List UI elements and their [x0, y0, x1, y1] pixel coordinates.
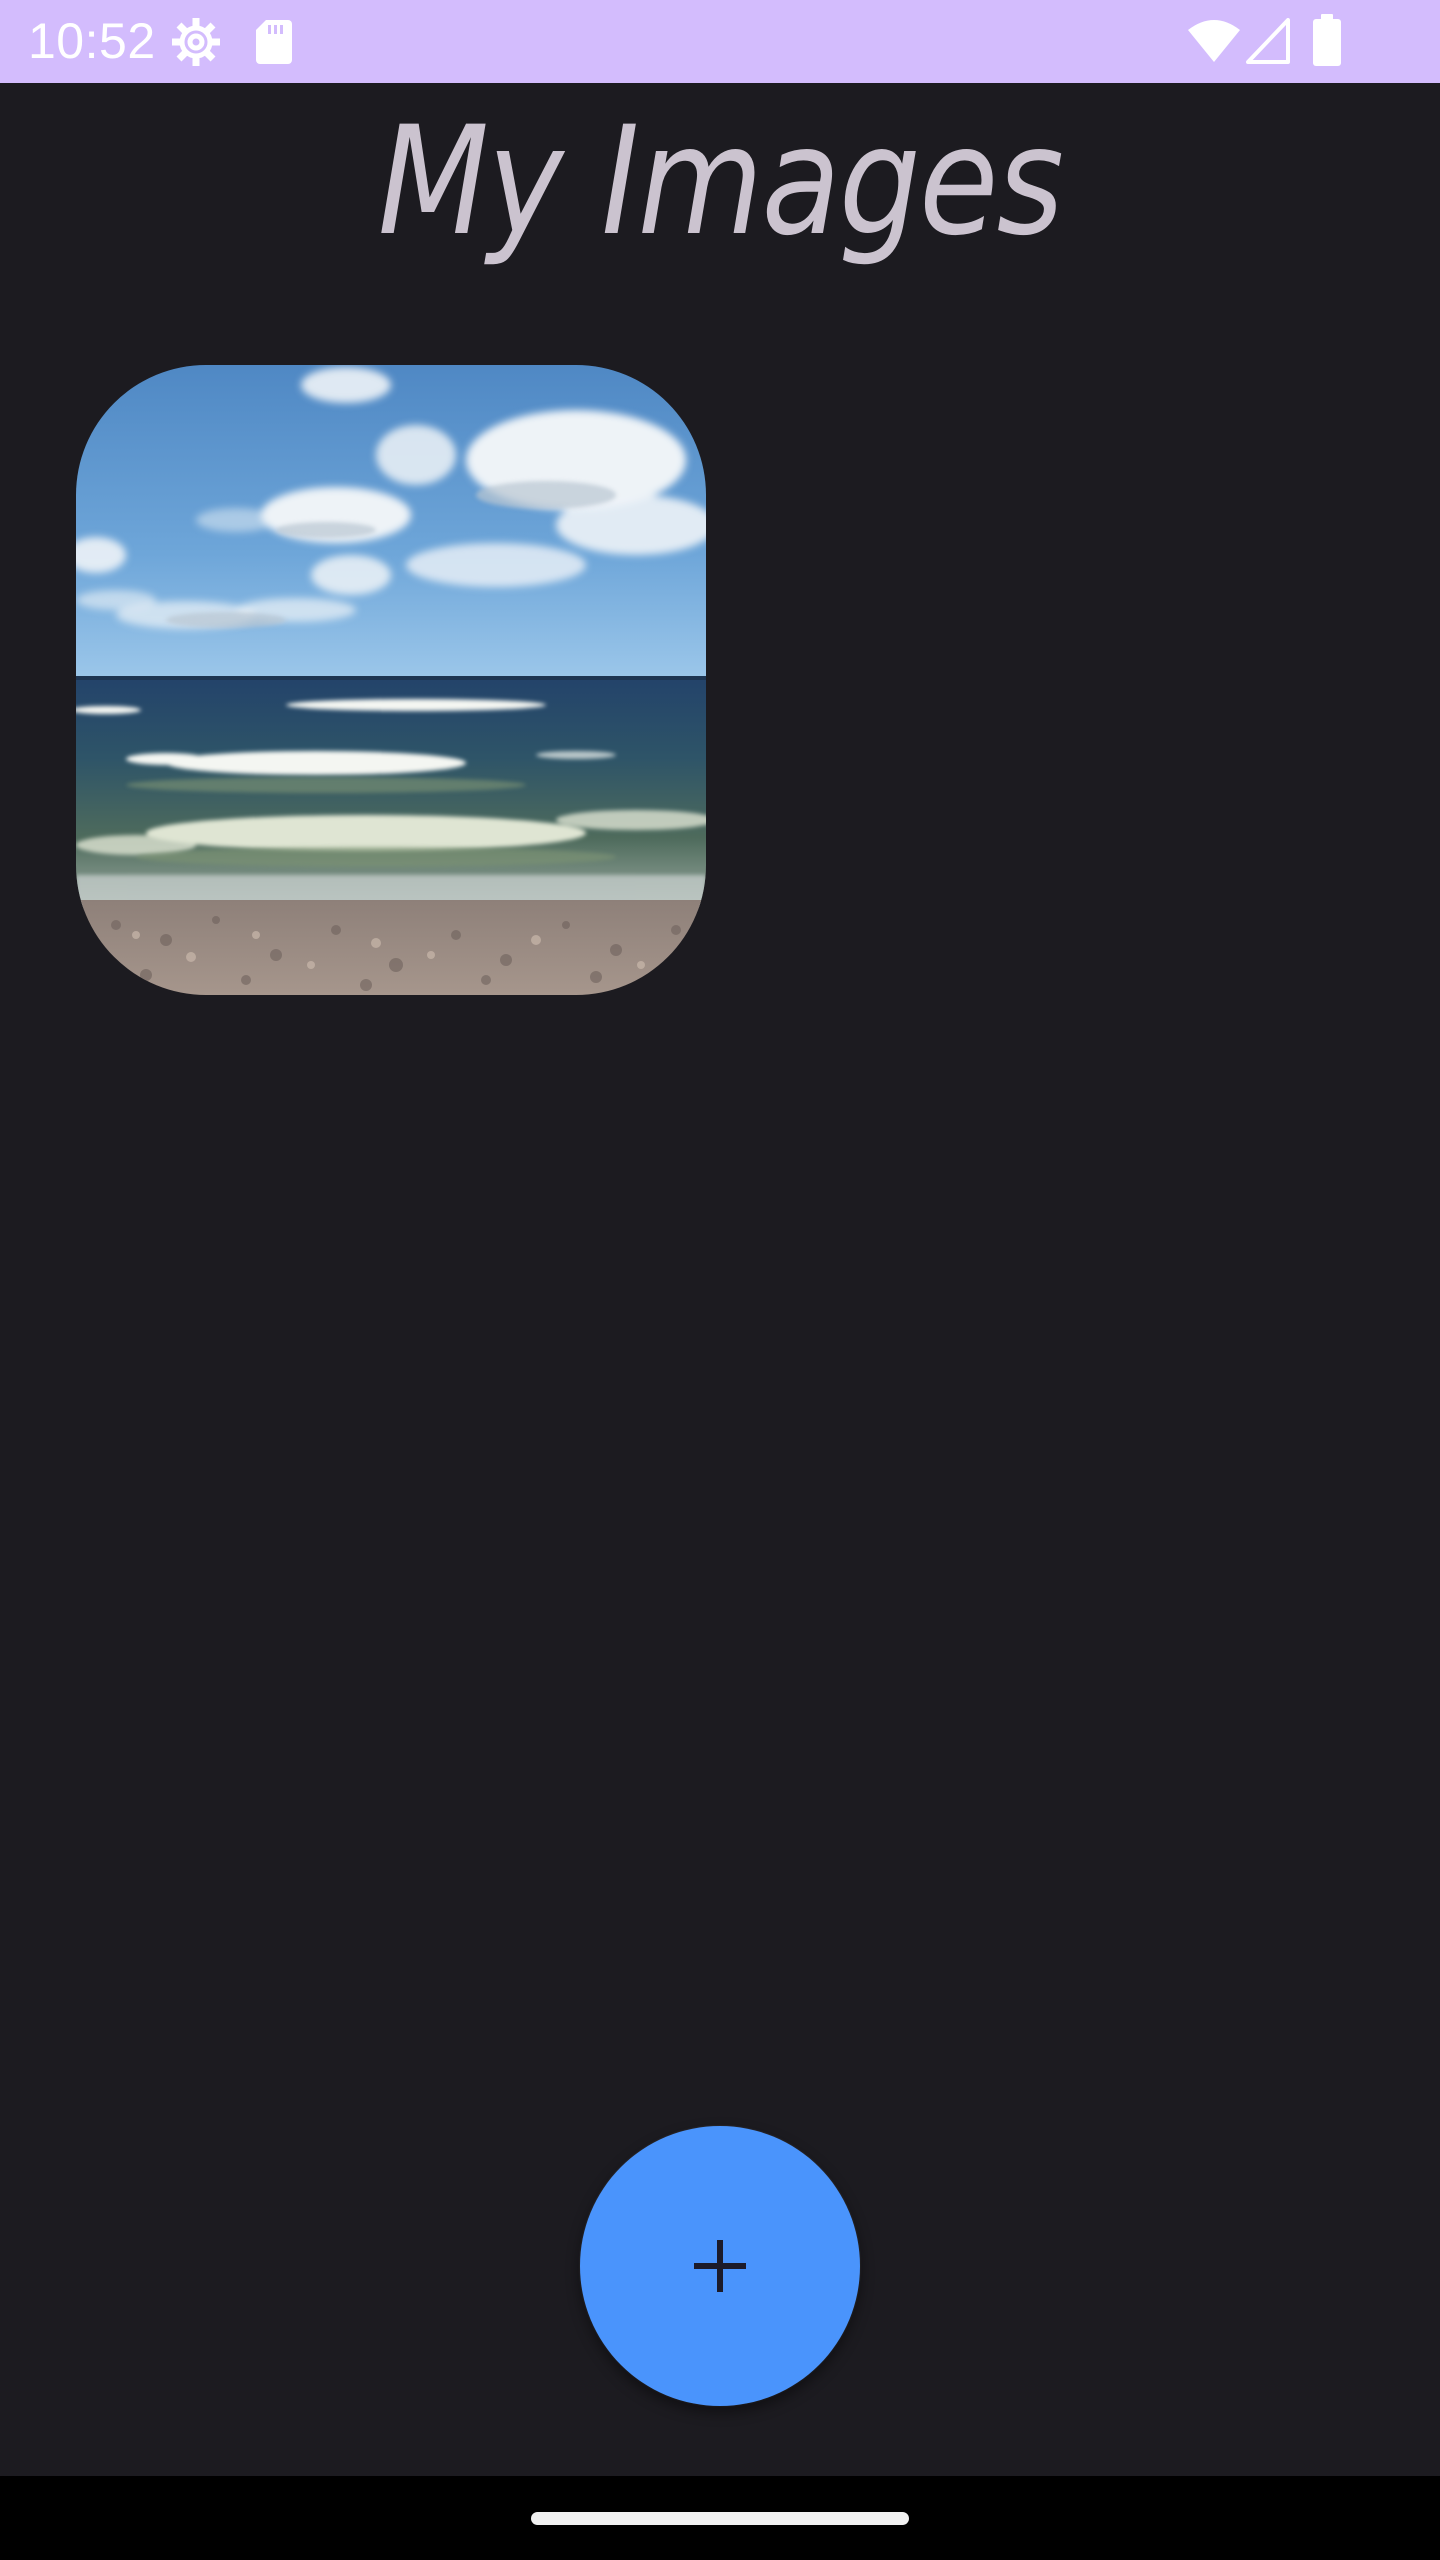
screen: 10:52 My Images [0, 0, 1440, 2560]
page-title: My Images [377, 95, 1064, 269]
settings-gear-icon [172, 18, 220, 66]
gesture-handle[interactable] [531, 2512, 909, 2525]
status-time: 10:52 [28, 13, 156, 69]
battery-icon [1313, 14, 1341, 66]
cellular-signal-icon [1246, 18, 1290, 64]
sea-waves-beach-photo [76, 365, 706, 995]
status-bar: 10:52 [0, 0, 1440, 83]
sd-card-icon [256, 20, 292, 64]
navigation-bar [0, 2476, 1440, 2560]
plus-icon [694, 2240, 746, 2292]
add-image-button[interactable] [580, 2126, 860, 2406]
wifi-icon [1188, 20, 1240, 62]
gallery-image-card[interactable] [76, 365, 706, 995]
